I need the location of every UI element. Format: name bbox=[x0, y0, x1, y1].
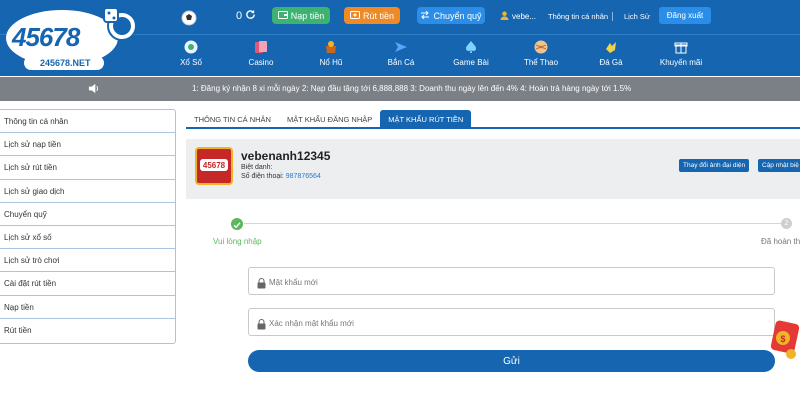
account-tabs: THÔNG TIN CÁ NHÂN MẬT KHẨU ĐĂNG NHẬP MẬT… bbox=[186, 110, 472, 128]
spade-icon bbox=[464, 40, 478, 54]
site-logo[interactable]: 45678 245678.NET bbox=[4, 4, 140, 72]
floating-gift-icon[interactable]: $ bbox=[767, 318, 800, 362]
nav-item-lottery[interactable]: Xổ Số bbox=[161, 40, 221, 74]
fish-icon bbox=[394, 40, 408, 54]
account-sidebar: Thông tin cá nhân Lịch sử nạp tiền Lịch … bbox=[0, 109, 176, 344]
cards-icon bbox=[254, 40, 268, 54]
nav-item-fishing[interactable]: Bắn Cá bbox=[371, 40, 431, 74]
lottery-ball-icon bbox=[184, 40, 198, 54]
sidebar-item-withdraw-history[interactable]: Lịch sử rút tiền bbox=[0, 156, 175, 180]
profile-phone-value: 987876564 bbox=[285, 173, 321, 180]
withdraw-button[interactable]: Rút tiền bbox=[344, 7, 400, 24]
refresh-icon[interactable] bbox=[245, 9, 256, 23]
tab-personal-info[interactable]: THÔNG TIN CÁ NHÂN bbox=[186, 110, 279, 128]
confirm-password-field[interactable] bbox=[248, 308, 775, 336]
nav-label: Bắn Cá bbox=[387, 58, 415, 67]
gift-icon bbox=[674, 40, 688, 54]
nav-label: Nổ Hũ bbox=[319, 58, 343, 67]
tab-withdraw-password[interactable]: MẬT KHẨU RÚT TIỀN bbox=[380, 110, 472, 128]
sidebar-item-transaction-history[interactable]: Lịch sử giao dịch bbox=[0, 180, 175, 203]
sidebar-item-transfer[interactable]: Chuyển quỹ bbox=[0, 203, 175, 226]
avatar-logo-icon: 45678 bbox=[200, 159, 228, 171]
sidebar-item-deposit[interactable]: Nạp tiền bbox=[0, 296, 175, 319]
avatar: 45678 bbox=[195, 147, 233, 185]
nav-label: Casino bbox=[248, 58, 274, 67]
tab-underline bbox=[186, 127, 800, 129]
transfer-button[interactable]: Chuyển quỹ bbox=[417, 7, 485, 24]
new-password-field[interactable] bbox=[248, 267, 775, 295]
announcement-text: 1: Đăng ký nhận 8 xi mỗi ngày 2: Nạp đầu… bbox=[192, 84, 632, 93]
nav-label: Đá Gà bbox=[599, 58, 623, 67]
change-avatar-button[interactable]: Thay đổi ảnh đại diện bbox=[679, 159, 750, 172]
check-icon bbox=[233, 222, 241, 229]
nav-item-jackpot[interactable]: Nổ Hũ bbox=[301, 40, 361, 74]
lock-icon bbox=[257, 276, 266, 294]
logout-button[interactable]: Đăng xuất bbox=[659, 7, 711, 24]
deposit-button[interactable]: Nạp tiền bbox=[272, 7, 330, 24]
nav-item-sports[interactable]: Thể Thao bbox=[511, 40, 571, 74]
username-short: vebe... bbox=[512, 12, 537, 21]
logo-text: 45678 bbox=[12, 22, 80, 52]
step-pending-indicator: 2 bbox=[781, 218, 792, 229]
speaker-icon bbox=[88, 83, 99, 96]
profile-username: vebenanh12345 bbox=[241, 149, 331, 163]
sidebar-item-lottery-history[interactable]: Lịch sử xổ số bbox=[0, 226, 175, 250]
sidebar-item-withdraw[interactable]: Rút tiền bbox=[0, 319, 175, 342]
wallet-icon bbox=[277, 10, 288, 21]
profile-nickname-label: Biệt danh: bbox=[241, 164, 273, 171]
sidebar-item-deposit-history[interactable]: Lịch sử nạp tiền bbox=[0, 133, 175, 157]
profile-phone: Số điện thoại: 987876564 bbox=[241, 173, 321, 180]
nav-item-promotions[interactable]: Khuyến mãi bbox=[651, 40, 711, 74]
nav-item-card-games[interactable]: Game Bài bbox=[441, 40, 501, 74]
step-label-enter: Vui lòng nhập bbox=[213, 237, 262, 246]
logo-domain: 245678.NET bbox=[40, 58, 91, 68]
new-password-input[interactable] bbox=[269, 274, 759, 290]
submit-button[interactable]: Gửi bbox=[248, 350, 775, 372]
tab-login-password[interactable]: MẬT KHẨU ĐĂNG NHẬP bbox=[279, 110, 380, 128]
nav-label: Khuyến mãi bbox=[659, 58, 703, 67]
svg-text:45678: 45678 bbox=[203, 161, 226, 170]
nav-label: Xổ Số bbox=[180, 58, 202, 67]
nav-item-cockfight[interactable]: Đá Gà bbox=[581, 40, 641, 74]
announcement-bar: 1: Đăng ký nhận 8 xi mỗi ngày 2: Nạp đầu… bbox=[0, 77, 800, 101]
user-menu[interactable]: vebe... bbox=[500, 11, 536, 22]
profile-card: 45678 vebenanh12345 Biệt danh: Số điện t… bbox=[186, 139, 800, 199]
nav-label: Thể Thao bbox=[523, 58, 559, 67]
step-done-indicator bbox=[231, 218, 243, 230]
personal-info-link[interactable]: Thông tin cá nhân bbox=[548, 12, 608, 21]
deposit-label: Nạp tiền bbox=[290, 10, 325, 21]
step-progress-line bbox=[244, 223, 784, 224]
sidebar-item-withdraw-settings[interactable]: Cài đặt rút tiền bbox=[0, 272, 175, 296]
sidebar-item-game-history[interactable]: Lịch sử trò chơi bbox=[0, 249, 175, 273]
user-icon bbox=[500, 11, 509, 22]
nav-item-casino[interactable]: Casino bbox=[231, 40, 291, 74]
transfer-label: Chuyển quỹ bbox=[433, 10, 482, 21]
lock-icon bbox=[257, 317, 266, 335]
history-link[interactable]: Lịch Sử bbox=[624, 12, 650, 21]
ball-icon bbox=[534, 40, 548, 54]
header-divider bbox=[612, 12, 613, 21]
balance-value: 0 bbox=[236, 10, 243, 22]
soccer-ball-icon bbox=[181, 10, 197, 31]
transfer-arrows-icon bbox=[420, 10, 430, 21]
jackpot-icon bbox=[324, 40, 338, 54]
sidebar-item-personal-info[interactable]: Thông tin cá nhân bbox=[0, 110, 175, 134]
balance-display: 0 bbox=[236, 9, 256, 23]
svg-text:$: $ bbox=[780, 334, 785, 344]
confirm-password-input[interactable] bbox=[269, 315, 759, 331]
step-label-complete: Đã hoàn thà bbox=[761, 237, 800, 246]
cash-icon bbox=[349, 10, 360, 21]
rooster-icon bbox=[604, 40, 618, 54]
update-info-button[interactable]: Cập nhật biệ bbox=[758, 159, 800, 172]
profile-phone-label: Số điện thoại: bbox=[241, 173, 284, 180]
withdraw-label: Rút tiền bbox=[362, 10, 395, 21]
nav-label: Game Bài bbox=[453, 58, 489, 67]
